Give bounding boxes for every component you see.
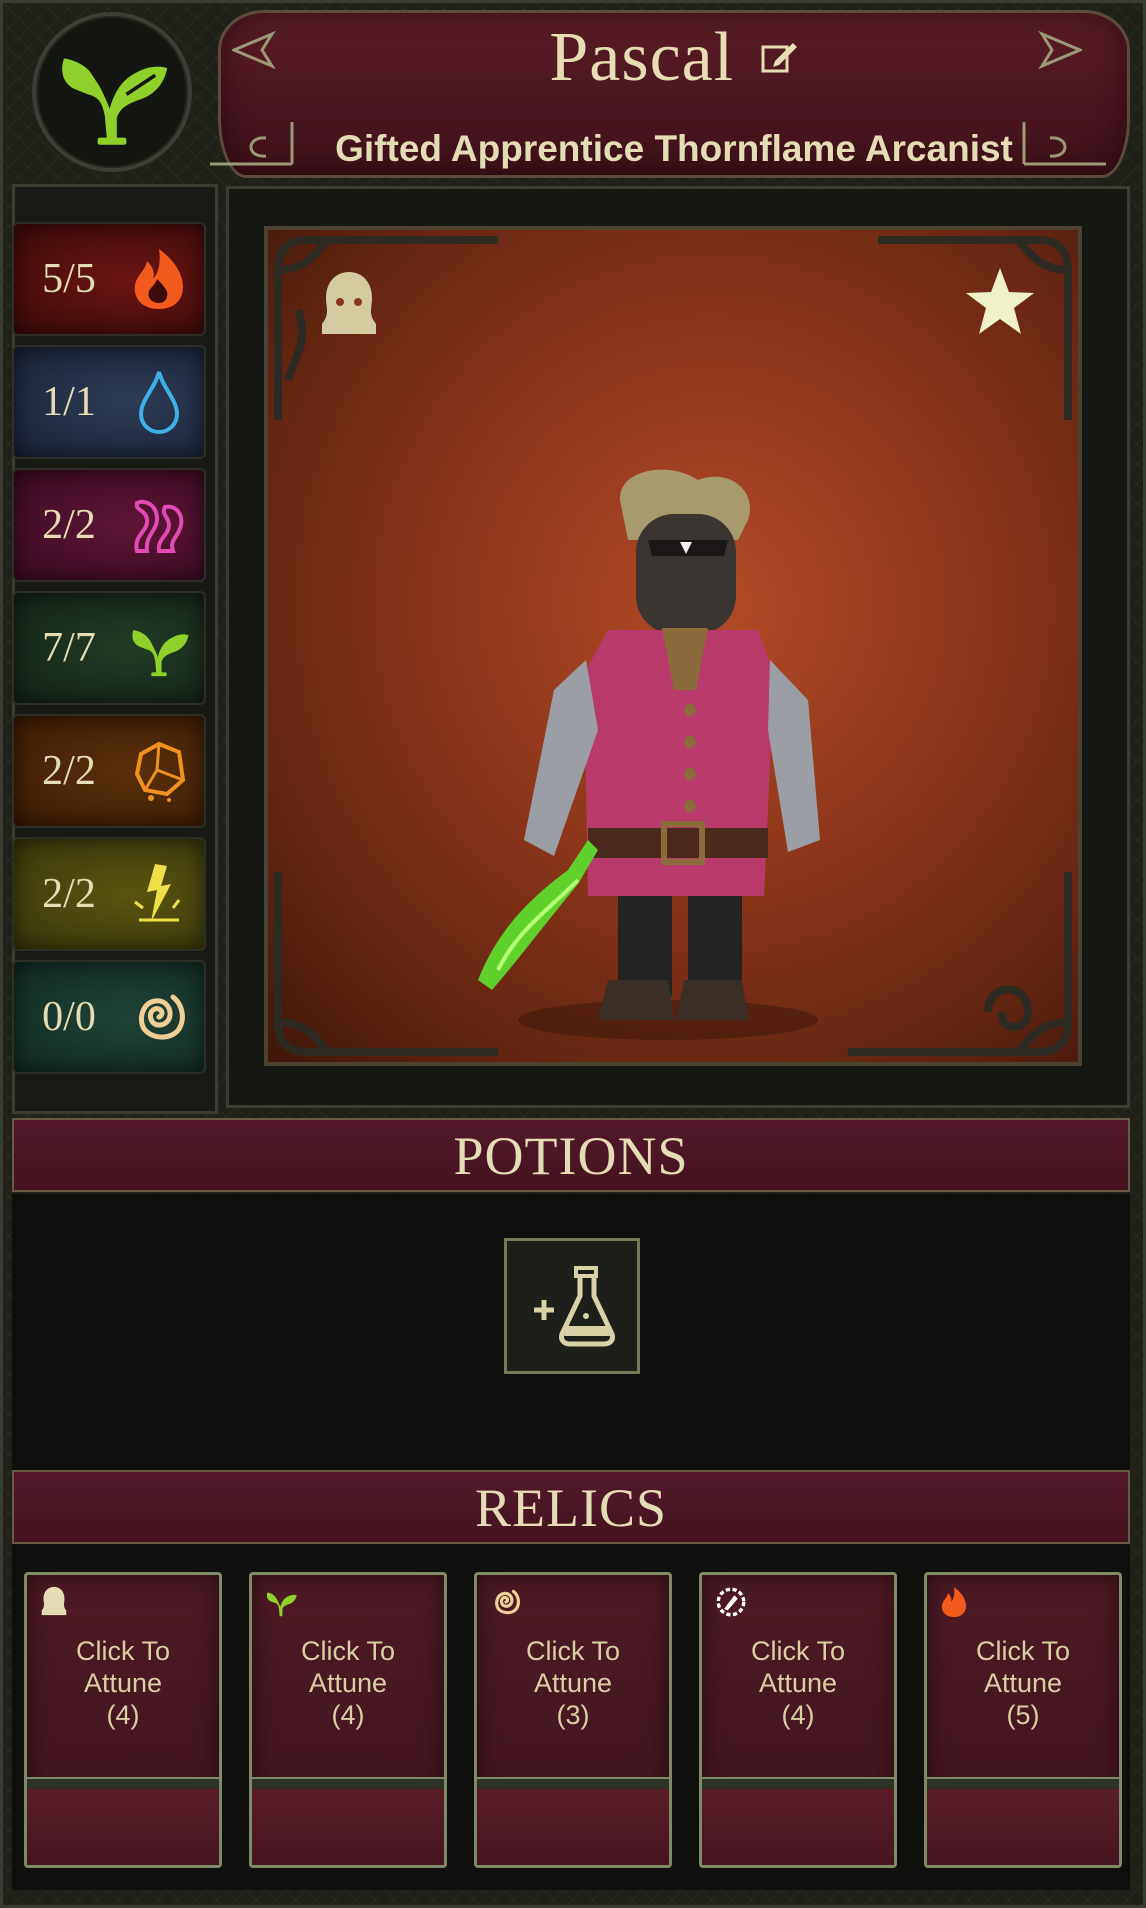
element-aether-count: 2/2 bbox=[42, 502, 96, 548]
relic-divider bbox=[927, 1777, 1119, 1789]
element-fire-count: 5/5 bbox=[42, 256, 96, 302]
element-aether[interactable]: 2/2 bbox=[12, 468, 206, 582]
flame-icon bbox=[941, 1587, 966, 1617]
relic-footer bbox=[252, 1789, 444, 1865]
relic-footer bbox=[27, 1789, 219, 1865]
character-model bbox=[478, 469, 820, 1040]
character-portrait bbox=[264, 226, 1082, 1066]
element-emblem bbox=[32, 12, 192, 172]
element-water[interactable]: 1/1 bbox=[12, 345, 206, 459]
element-earth-count: 2/2 bbox=[42, 748, 96, 794]
lightning-icon bbox=[124, 859, 194, 929]
edit-icon[interactable] bbox=[759, 15, 799, 95]
element-water-count: 1/1 bbox=[42, 379, 96, 425]
relic-attune-text: Click To Attune (5) bbox=[975, 1636, 1071, 1730]
relic-divider bbox=[252, 1777, 444, 1789]
relic-slot-1[interactable]: Click To Attune (4) bbox=[24, 1572, 222, 1868]
potions-header: POTIONS bbox=[12, 1118, 1130, 1192]
element-wind-count: 0/0 bbox=[42, 994, 96, 1040]
relic-slot-4[interactable]: Click To Attune (4) bbox=[699, 1572, 897, 1868]
add-potion-icon bbox=[534, 1266, 615, 1347]
swirl-icon bbox=[124, 982, 194, 1052]
character-name-text: Pascal bbox=[549, 19, 735, 96]
star-icon[interactable] bbox=[962, 264, 1038, 340]
element-fire[interactable]: 5/5 bbox=[12, 222, 206, 336]
relic-slot-5[interactable]: Click To Attune (5) bbox=[924, 1572, 1122, 1868]
relic-divider bbox=[702, 1777, 894, 1789]
sprout-icon bbox=[124, 613, 194, 683]
sprout-icon bbox=[62, 58, 168, 145]
relics-header: RELICS bbox=[12, 1470, 1130, 1544]
add-potion-button[interactable] bbox=[504, 1238, 640, 1374]
sprout-icon bbox=[266, 1592, 297, 1617]
element-lightning[interactable]: 2/2 bbox=[12, 837, 206, 951]
water-drop-icon bbox=[124, 367, 194, 437]
relic-divider bbox=[27, 1777, 219, 1789]
relic-slot-2[interactable]: Click To Attune (4) bbox=[249, 1572, 447, 1868]
rock-icon bbox=[124, 736, 194, 806]
gear-compass-icon bbox=[716, 1587, 746, 1617]
relic-attune-text: Click To Attune (4) bbox=[300, 1636, 396, 1730]
relic-footer bbox=[477, 1789, 669, 1865]
flame-icon bbox=[124, 244, 194, 314]
relic-divider bbox=[477, 1777, 669, 1789]
portrait-corner-ornament-tl bbox=[274, 236, 498, 420]
portrait-corner-ornament-br bbox=[848, 872, 1072, 1056]
relic-footer bbox=[927, 1789, 1119, 1865]
hooded-figure-icon bbox=[322, 272, 376, 334]
hooded-figure-icon bbox=[41, 1586, 67, 1616]
tentacle-icon bbox=[124, 490, 194, 560]
relic-attune-text: Click To Attune (3) bbox=[525, 1636, 621, 1730]
swirl-icon bbox=[495, 1589, 521, 1615]
character-name: Pascal bbox=[218, 18, 1130, 98]
element-nature-count: 7/7 bbox=[42, 625, 96, 671]
element-nature[interactable]: 7/7 bbox=[12, 591, 206, 705]
character-title: Gifted Apprentice Thornflame Arcanist bbox=[335, 128, 1013, 169]
element-lightning-count: 2/2 bbox=[42, 871, 96, 917]
relic-attune-text: Click To Attune (4) bbox=[750, 1636, 846, 1730]
relic-slot-3[interactable]: Click To Attune (3) bbox=[474, 1572, 672, 1868]
relic-attune-text: Click To Attune (4) bbox=[75, 1636, 171, 1730]
relic-footer bbox=[702, 1789, 894, 1865]
element-earth[interactable]: 2/2 bbox=[12, 714, 206, 828]
element-wind[interactable]: 0/0 bbox=[12, 960, 206, 1074]
